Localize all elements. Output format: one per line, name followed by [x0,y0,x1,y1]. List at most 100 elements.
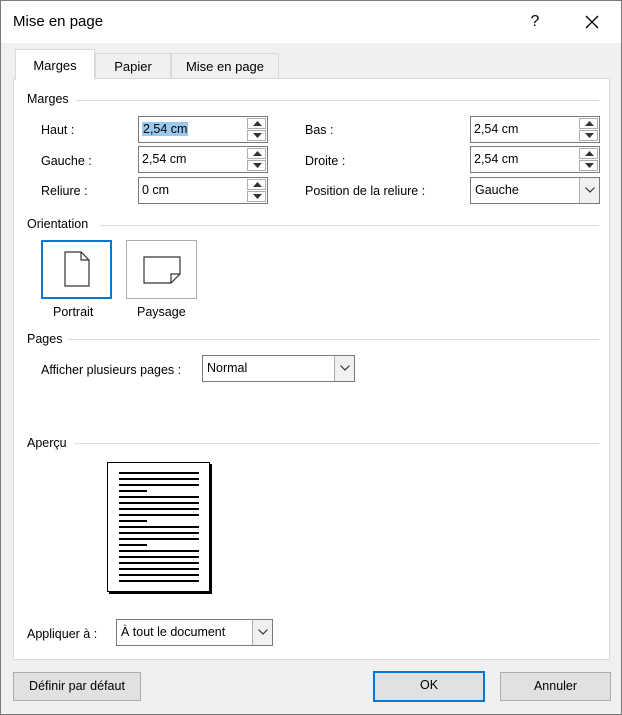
right-margin-value[interactable]: 2,54 cm [474,152,518,166]
preview-line [119,550,199,552]
dropdown-button[interactable] [334,356,354,381]
spin-up-button[interactable] [247,148,266,159]
preview-line [119,508,199,510]
landscape-button[interactable] [126,240,197,299]
triangle-down-icon [585,133,594,138]
left-margin-value[interactable]: 2,54 cm [142,152,186,166]
tab-layout[interactable]: Mise en page [171,53,279,79]
preview-line [119,526,199,528]
gutter-value[interactable]: 0 cm [142,183,169,197]
left-margin-label: Gauche : [41,154,92,168]
landscape-label: Paysage [137,305,186,319]
spin-down-button[interactable] [579,160,598,171]
apply-to-label: Appliquer à : [27,627,98,641]
spin-down-button[interactable] [247,160,266,171]
preview-line [119,568,199,570]
right-margin-spinner[interactable]: 2,54 cm [470,146,600,173]
tab-margins[interactable]: Marges [15,49,95,80]
preview-section-label: Aperçu [27,436,67,450]
title-bar: Mise en page ? [1,1,621,43]
spin-down-button[interactable] [579,130,598,141]
gutter-spinner[interactable]: 0 cm [138,177,268,204]
set-default-button[interactable]: Définir par défaut [13,672,141,701]
bottom-margin-value[interactable]: 2,54 cm [474,122,518,136]
preview-line [119,538,199,540]
pages-section-label: Pages [27,332,63,346]
margins-section-label: Marges [27,92,69,106]
spinner-arrows [246,117,267,142]
pages-divider [68,339,599,340]
spinner-arrows [246,147,267,172]
preview-line [119,484,199,486]
multiple-pages-label: Afficher plusieurs pages : [41,363,182,377]
triangle-down-icon [253,194,262,199]
preview-line [119,580,199,582]
cancel-button[interactable]: Annuler [500,672,611,701]
preview-line [119,478,199,480]
page-setup-dialog: Mise en page ? Marges Papier Mise en pag… [0,0,622,715]
triangle-down-icon [253,163,262,168]
top-margin-value[interactable]: 2,54 cm [142,122,189,136]
spinner-arrows [578,117,599,142]
triangle-up-icon [585,151,594,156]
spin-up-button[interactable] [247,179,266,190]
chevron-down-icon [585,187,595,193]
close-button[interactable] [578,11,606,33]
gutter-label: Reliure : [41,184,88,198]
spin-up-button[interactable] [579,148,598,159]
spinner-arrows [578,147,599,172]
preview-line [119,562,199,564]
spin-down-button[interactable] [247,191,266,202]
tab-panel: Marges Haut : 2,54 cm Gauche : 2,54 cm R… [13,78,610,660]
spinner-arrows [246,178,267,203]
preview-line [119,544,147,546]
dropdown-button[interactable] [579,178,599,203]
bottom-margin-label: Bas : [305,123,334,137]
preview-line [119,532,199,534]
portrait-page-icon [64,251,90,287]
preview-line [119,490,147,492]
triangle-down-icon [585,163,594,168]
left-margin-spinner[interactable]: 2,54 cm [138,146,268,173]
close-icon [585,15,599,29]
orientation-section-label: Orientation [27,217,89,231]
spin-up-button[interactable] [579,118,598,129]
preview-line [119,520,147,522]
dropdown-button[interactable] [252,620,272,645]
preview-line [119,574,199,576]
gutter-position-select[interactable]: Gauche [470,177,600,204]
triangle-down-icon [253,133,262,138]
chevron-down-icon [258,629,268,635]
tab-paper[interactable]: Papier [95,53,171,79]
help-button[interactable]: ? [521,11,549,33]
multiple-pages-value: Normal [207,361,248,375]
preview-divider [74,443,599,444]
page-preview [107,462,210,592]
landscape-page-icon [143,256,181,284]
preview-line [119,502,199,504]
top-margin-spinner[interactable]: 2,54 cm [138,116,268,143]
spin-up-button[interactable] [247,118,266,129]
preview-line [119,496,199,498]
ok-button[interactable]: OK [373,671,485,702]
triangle-up-icon [253,151,262,156]
chevron-down-icon [340,365,350,371]
dialog-title: Mise en page [13,13,104,30]
triangle-up-icon [585,121,594,126]
orientation-divider [100,225,599,226]
preview-line [119,514,199,516]
bottom-margin-spinner[interactable]: 2,54 cm [470,116,600,143]
gutter-position-value: Gauche [475,183,519,197]
preview-line [119,556,199,558]
portrait-label: Portrait [53,305,94,319]
gutter-position-label: Position de la reliure : [305,184,426,198]
portrait-button[interactable] [41,240,112,299]
preview-line [119,472,199,474]
apply-to-value: À tout le document [121,625,226,639]
triangle-up-icon [253,121,262,126]
spin-down-button[interactable] [247,130,266,141]
multiple-pages-select[interactable]: Normal [202,355,355,382]
apply-to-select[interactable]: À tout le document [116,619,273,646]
top-margin-label: Haut : [41,123,75,137]
margins-divider [76,100,599,101]
